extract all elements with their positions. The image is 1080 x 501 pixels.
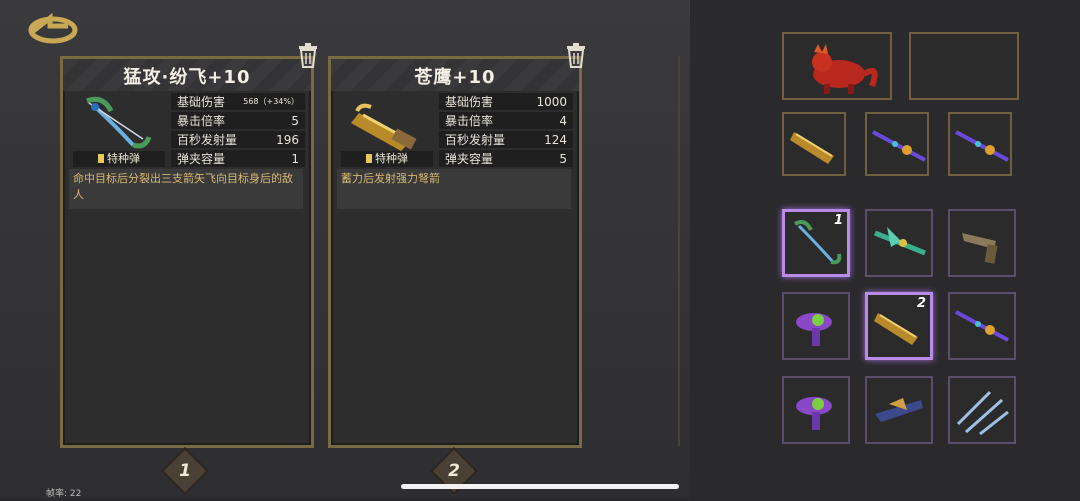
weapon-slot-pistol[interactable] <box>948 209 1016 277</box>
jade-trident-icon <box>874 227 926 256</box>
panel-divider <box>678 56 680 446</box>
stats-list: 基础伤害 1000 暴击倍率 4 百秒发射量 124 弹夹容量 5 <box>439 93 573 169</box>
raygun-icon <box>796 313 832 346</box>
crossbow-icon <box>874 313 918 345</box>
purple-spear-icon <box>955 310 1009 342</box>
stat-value: 196 <box>276 132 299 147</box>
ammo-type-label: 特种弹 <box>73 151 165 167</box>
weapon-slot-raygun[interactable] <box>782 292 850 360</box>
stat-label: 基础伤害 <box>177 95 226 109</box>
stat-label: 暴击倍率 <box>445 114 494 128</box>
crossbow-icon <box>790 132 834 164</box>
stat-row: 百秒发射量 196 <box>171 131 305 148</box>
stat-value: 4 <box>559 113 567 128</box>
stat-row: 基础伤害 568（+34%） <box>171 93 305 110</box>
stat-row: 弹夹容量 5 <box>439 150 573 167</box>
stats-list: 基础伤害 568（+34%） 暴击倍率 5 百秒发射量 196 弹夹容量 1 <box>171 93 305 169</box>
weapon-title: 苍鹰+10 <box>414 67 496 88</box>
stat-value: 5 <box>291 113 299 128</box>
weapon-description: 蓄力后发射强力弩箭 <box>337 169 571 209</box>
pet-slot[interactable] <box>782 32 892 100</box>
trash-icon[interactable] <box>297 42 319 68</box>
stat-row: 弹夹容量 1 <box>171 150 305 167</box>
throwing-blades-icon <box>956 390 1009 436</box>
raygun-icon <box>796 397 832 430</box>
weapon-slot-spear[interactable] <box>948 292 1016 360</box>
stat-label: 弹夹容量 <box>445 152 494 166</box>
weapon-slot-rifle[interactable] <box>865 376 933 444</box>
stat-value: 568（+34%） <box>243 97 299 106</box>
weapon-card-2: 苍鹰+10 特种弹 基础伤害 1000 暴击倍率 4 百秒发射量 124 弹夹容量 5 … <box>328 56 582 448</box>
stat-label: 基础伤害 <box>445 95 494 109</box>
fps-counter: 帧率: 22 <box>46 489 82 499</box>
purple-spear-icon <box>872 130 926 162</box>
stat-row: 基础伤害 1000 <box>439 93 573 110</box>
weapon-description: 命中目标后分裂出三支箭矢飞向目标身后的敌人 <box>69 169 303 209</box>
stat-value: 1000 <box>536 94 567 109</box>
stat-label: 百秒发射量 <box>177 133 238 147</box>
golden-rifle-icon <box>875 398 923 422</box>
stat-row: 暴击倍率 5 <box>171 112 305 129</box>
weapon-slot-bow-selected[interactable]: 1 <box>782 209 850 277</box>
stat-row: 百秒发射量 124 <box>439 131 573 148</box>
bow-icon <box>793 220 842 265</box>
trash-icon[interactable] <box>565 42 587 68</box>
stat-value: 124 <box>544 132 567 147</box>
revolver-icon <box>962 233 998 264</box>
red-dragon-pet-icon <box>812 44 878 94</box>
ammo-type-label: 特种弹 <box>341 151 433 167</box>
stat-value: 1 <box>291 151 299 166</box>
back-arrow-icon[interactable] <box>28 12 78 44</box>
weapon-slot-crossbow[interactable] <box>782 112 846 176</box>
weapon-slot-trident[interactable] <box>865 209 933 277</box>
purple-spear-icon <box>955 130 1009 162</box>
empty-slot[interactable] <box>909 32 1019 100</box>
stat-label: 弹夹容量 <box>177 152 226 166</box>
weapon-slot-crossbow-selected[interactable]: 2 <box>865 292 933 360</box>
weapon-slot-spear[interactable] <box>948 112 1012 176</box>
stat-row: 暴击倍率 4 <box>439 112 573 129</box>
stat-label: 暴击倍率 <box>177 114 226 128</box>
weapon-slot-raygun[interactable] <box>782 376 850 444</box>
weapon-slot-spear[interactable] <box>865 112 929 176</box>
home-indicator[interactable] <box>401 484 679 489</box>
weapon-slot-blades[interactable] <box>948 376 1016 444</box>
weapon-card-1: 猛攻·纷飞+10 特种弹 基础伤害 568（+34%） 暴击倍率 5 百秒发射量 19… <box>60 56 314 448</box>
stat-label: 百秒发射量 <box>445 133 506 147</box>
weapon-title: 猛攻·纷飞+10 <box>123 67 251 88</box>
stat-value: 5 <box>559 151 567 166</box>
